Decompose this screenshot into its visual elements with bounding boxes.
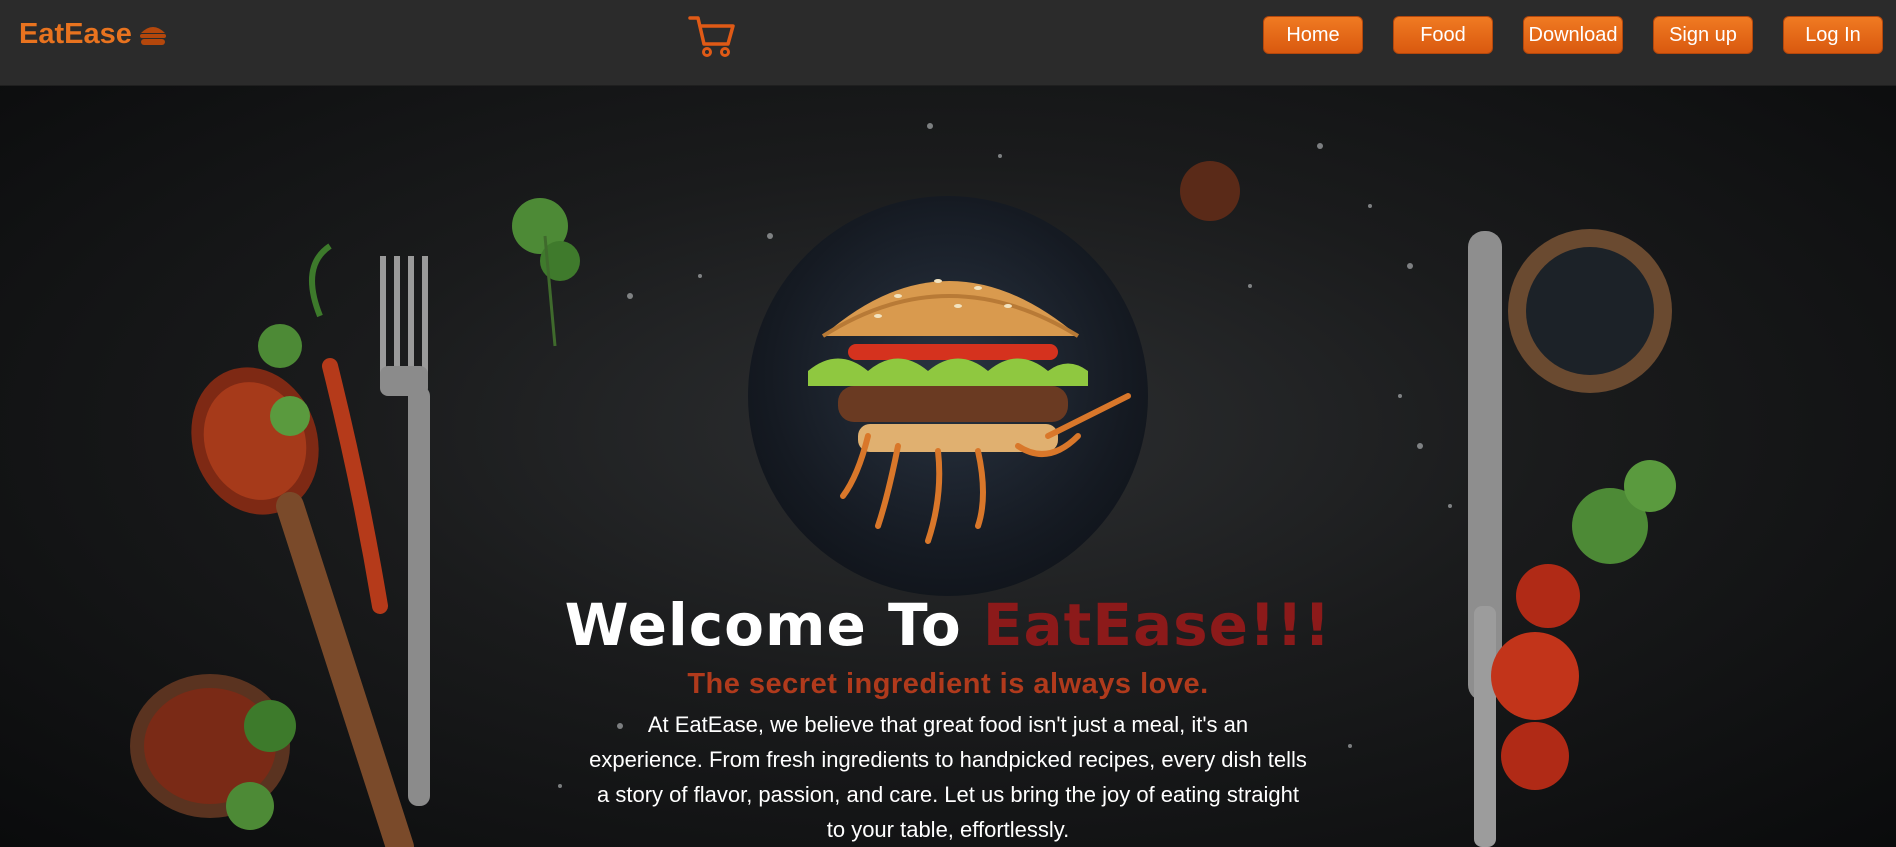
nav-login-button[interactable]: Log In: [1783, 16, 1883, 54]
nav-home-button[interactable]: Home: [1263, 16, 1363, 54]
hero-description: At EatEase, we believe that great food i…: [589, 712, 1307, 842]
hero-burger-image: [748, 196, 1148, 596]
navbar: EatEase Home Food Download Sign up Log I…: [0, 0, 1896, 86]
welcome-brand: EatEase!!!: [982, 591, 1332, 659]
welcome-prefix: Welcome To: [564, 591, 983, 659]
welcome-heading: Welcome To EatEase!!!: [0, 591, 1896, 659]
nav-download-button[interactable]: Download: [1523, 16, 1623, 54]
hero-tagline: The secret ingredient is always love.: [687, 668, 1209, 700]
hero-section: Welcome To EatEase!!! The secret ingredi…: [0, 86, 1896, 847]
nav-signup-button[interactable]: Sign up: [1653, 16, 1753, 54]
nav-menu: Home Food Download Sign up Log In: [0, 16, 1896, 56]
nav-food-button[interactable]: Food: [1393, 16, 1493, 54]
